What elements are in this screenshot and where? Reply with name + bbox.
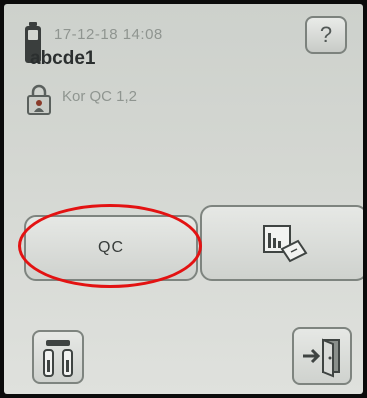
device-screen: 17-12-18 14:08 abcde1 Kor QC 1,2 ? QC: [4, 4, 363, 394]
qc-button[interactable]: QC: [24, 215, 198, 281]
help-button[interactable]: ?: [305, 16, 347, 54]
patient-id: abcde1: [30, 48, 96, 69]
lock-badge-icon: [27, 84, 51, 115]
settings-button[interactable]: [32, 330, 84, 384]
tools-settings-icon: [43, 340, 73, 377]
results-button[interactable]: [200, 205, 363, 281]
control-label: Kor QC 1,2: [62, 88, 138, 105]
chart-results-icon: [263, 225, 308, 263]
exit-door-icon: [303, 338, 340, 378]
exit-button[interactable]: [292, 327, 352, 385]
date-time: 17-12-18 14:08: [54, 26, 163, 43]
